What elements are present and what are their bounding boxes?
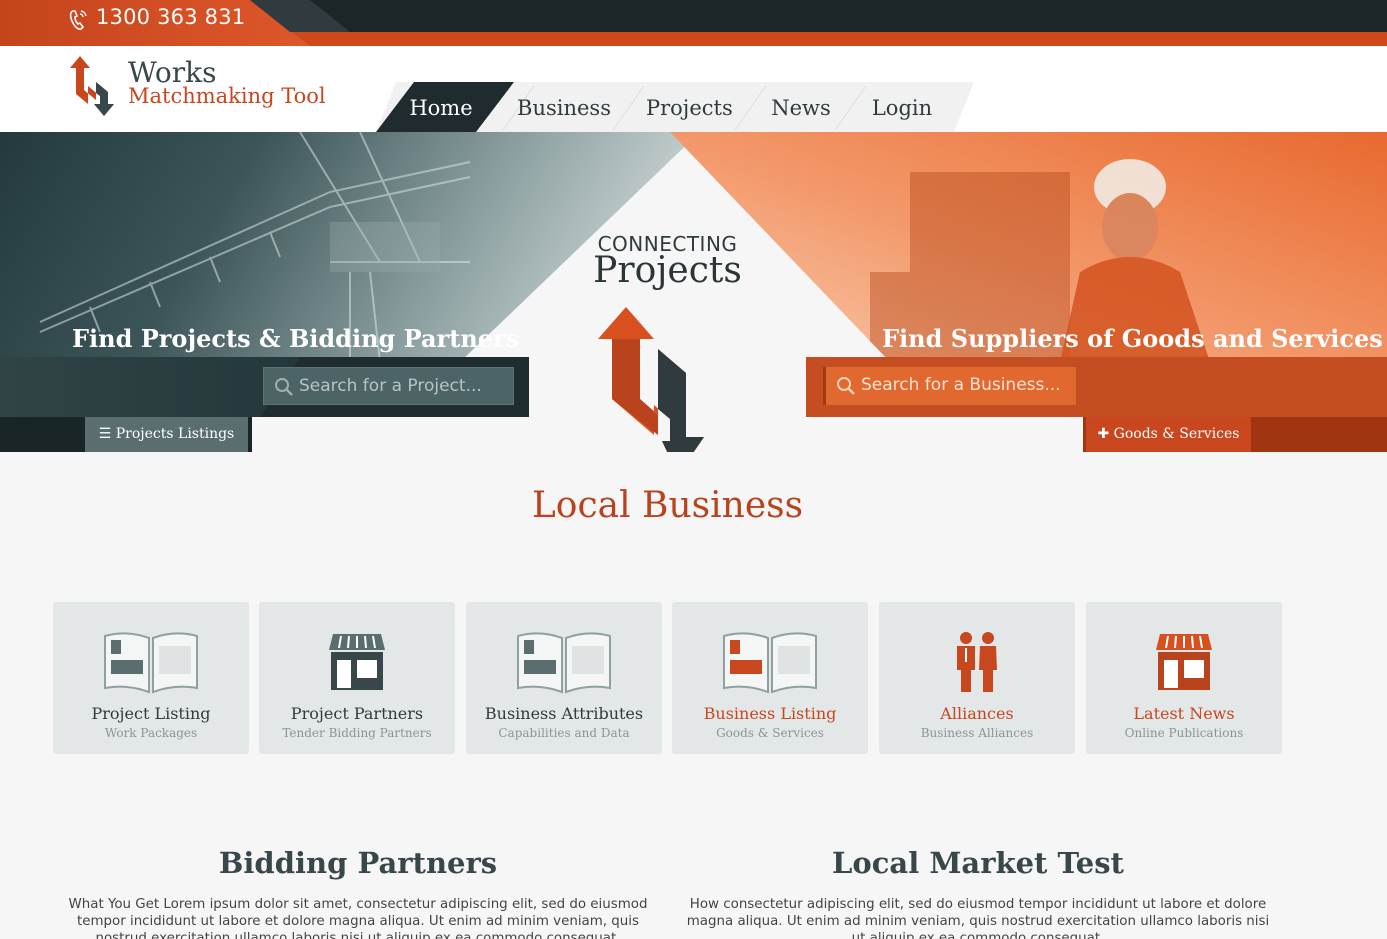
card-title: Project Listing: [91, 704, 211, 723]
card-subtitle: Business Alliances: [920, 726, 1034, 740]
bidding-partners-body: What You Get Lorem ipsum dolor sit amet,…: [68, 897, 648, 939]
bidding-partners-title: Bidding Partners: [218, 846, 498, 880]
book-icon: [723, 632, 817, 694]
phone-number-link[interactable]: 1300 363 831: [96, 5, 245, 29]
search-icon: [837, 377, 855, 395]
phone-icon: [68, 8, 88, 32]
center-logo-icon: [598, 307, 704, 452]
card-project-listing[interactable]: Project Listing Work Packages: [53, 602, 249, 754]
search-bar-decor: [0, 357, 300, 417]
business-search-input[interactable]: Search for a Business...: [823, 367, 1076, 405]
nav-item-home[interactable]: Home: [406, 82, 476, 132]
card-subtitle: Capabilities and Data: [498, 726, 630, 740]
card-project-partners[interactable]: Project Partners Tender Bidding Partners: [259, 602, 455, 754]
local-market-test-title: Local Market Test: [832, 846, 1124, 880]
card-title: Project Partners: [290, 704, 424, 723]
local-business-heading: Local Business: [531, 485, 804, 526]
card-latest-news[interactable]: Latest News Online Publications: [1086, 602, 1282, 754]
card-subtitle: Online Publications: [1124, 726, 1244, 740]
main-nav: Home Business Projects News Login: [376, 82, 976, 132]
search-icon: [275, 378, 293, 396]
list-icon: ☰: [98, 426, 112, 442]
hero-right-title: Find Suppliers of Goods and Services: [882, 324, 1383, 353]
card-subtitle: Goods & Services: [716, 726, 824, 740]
storefront-icon: [1156, 634, 1212, 690]
projects-heading: Projects: [593, 250, 742, 291]
hero-left-title: Find Projects & Bidding Partners: [72, 324, 520, 353]
logo-mark-icon: [70, 56, 114, 116]
card-alliances[interactable]: Alliances Business Alliances: [879, 602, 1075, 754]
card-title: Latest News: [1133, 704, 1235, 723]
card-subtitle: Work Packages: [104, 726, 198, 740]
card-business-listing[interactable]: Business Listing Goods & Services: [672, 602, 868, 754]
card-subtitle: Tender Bidding Partners: [282, 726, 432, 740]
book-icon: [104, 632, 198, 694]
project-search-input[interactable]: Search for a Project...: [263, 367, 514, 405]
local-market-test-body: How consectetur adipiscing elit, sed do …: [686, 897, 1270, 939]
nav-item-business[interactable]: Business: [514, 82, 614, 132]
card-title: Alliances: [940, 704, 1014, 723]
book-icon: [517, 632, 611, 694]
projects-listings-label: Projects Listings: [115, 426, 235, 442]
business-search-placeholder: Search for a Business...: [861, 375, 1061, 395]
people-icon: [957, 632, 997, 692]
top-bar: 1300 363 831: [0, 0, 1387, 46]
site-header: Works Matchmaking Tool Home Business Pro…: [0, 46, 1387, 132]
project-search-placeholder: Search for a Project...: [299, 376, 482, 396]
storefront-icon: [329, 634, 385, 690]
plus-icon: ✚: [1097, 426, 1110, 442]
nav-item-login[interactable]: Login: [870, 82, 934, 132]
nav-item-projects[interactable]: Projects: [646, 82, 733, 132]
card-title: Business Attributes: [484, 704, 644, 723]
nav-item-news[interactable]: News: [770, 82, 832, 132]
projects-listings-tab[interactable]: ☰ Projects Listings: [85, 417, 248, 452]
card-business-attributes[interactable]: Business Attributes Capabilities and Dat…: [466, 602, 662, 754]
hero-section: Find Projects & Bidding Partners Find Su…: [0, 132, 1387, 452]
brand-subtitle: Matchmaking Tool: [128, 84, 326, 108]
goods-services-label: Goods & Services: [1113, 426, 1240, 442]
goods-services-tab[interactable]: ✚ Goods & Services: [1086, 417, 1251, 452]
card-title: Business Listing: [703, 704, 837, 723]
